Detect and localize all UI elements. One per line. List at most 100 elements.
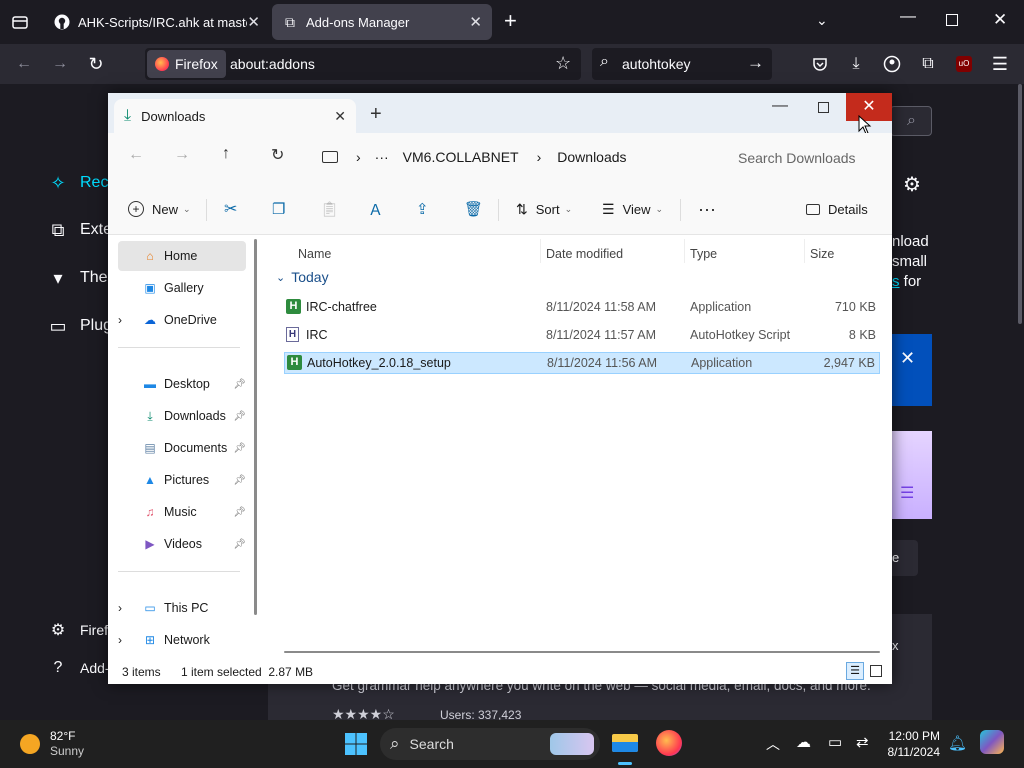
search-text[interactable]: autohtokey — [622, 56, 691, 72]
tab-github[interactable]: AHK-Scripts/IRC.ahk at master ✕ — [44, 4, 270, 40]
column-divider[interactable] — [684, 239, 685, 263]
identity-box[interactable]: Firefox — [147, 50, 226, 78]
addons-search-box[interactable]: ⌕ — [890, 106, 932, 136]
column-header-date[interactable]: Date modified — [546, 247, 623, 261]
breadcrumb[interactable]: › ··· VM6.COLLABNET › Downloads — [312, 139, 712, 175]
pin-icon[interactable]: 📌︎ — [233, 507, 246, 518]
extensions-icon[interactable]: ⧉ — [914, 50, 942, 78]
minimize-button[interactable]: — — [772, 97, 788, 115]
minimize-button[interactable]: — — [900, 8, 916, 26]
file-explorer-taskbar-icon[interactable] — [612, 732, 638, 765]
tab-addons-manager[interactable]: ⧉ Add-ons Manager ✕ — [272, 4, 492, 40]
notification-bell-icon[interactable]: 🔔︎ — [948, 734, 967, 752]
forward-icon[interactable]: → — [174, 146, 190, 164]
view-button[interactable]: ☰ View ⌄ — [602, 195, 663, 223]
addons-support-link[interactable]: ? Add- — [46, 656, 110, 680]
more-options-icon[interactable]: ··· — [698, 195, 716, 223]
new-button[interactable]: + New ⌄ — [128, 195, 191, 223]
nav-downloads[interactable]: ⤓ Downloads 📌︎ — [118, 401, 246, 431]
back-icon[interactable]: ← — [10, 50, 38, 78]
new-tab-button[interactable]: + — [504, 10, 517, 32]
nav-home[interactable]: ⌂ Home — [118, 241, 246, 271]
account-icon[interactable] — [878, 50, 906, 78]
category-themes[interactable]: ▾ Ther — [46, 266, 112, 290]
cloud-off-icon[interactable]: ☁ — [796, 733, 811, 751]
column-divider[interactable] — [540, 239, 541, 263]
taskbar-search[interactable]: ⌕ Search — [380, 728, 600, 760]
nav-this-pc[interactable]: › ▭ This PC — [118, 593, 246, 623]
up-icon[interactable]: ↑ — [222, 145, 230, 163]
sort-button[interactable]: ⇅ Sort ⌄ — [516, 195, 572, 223]
pin-icon[interactable]: 📌︎ — [233, 539, 246, 550]
close-icon[interactable]: ✕ — [900, 348, 915, 369]
nav-documents[interactable]: ▤ Documents 📌︎ — [118, 433, 246, 463]
search-input[interactable]: Search Downloads — [724, 139, 884, 175]
nav-gallery[interactable]: ▣ Gallery — [118, 273, 246, 303]
firefox-taskbar-icon[interactable] — [656, 730, 682, 756]
bookmark-star-icon[interactable]: ☆ — [555, 53, 571, 74]
pocket-icon[interactable] — [806, 50, 834, 78]
url-bar[interactable]: Firefox about:addons ☆ — [145, 48, 581, 80]
maximize-button[interactable] — [818, 102, 829, 113]
nav-network[interactable]: › ⊞ Network — [118, 625, 246, 655]
display-icon[interactable]: ▭ — [828, 733, 842, 751]
partial-x-button[interactable]: x — [892, 638, 899, 653]
column-divider[interactable] — [804, 239, 805, 263]
copy-icon[interactable]: ❐ — [272, 195, 285, 223]
tiles-view-icon[interactable] — [870, 665, 882, 677]
ublock-icon[interactable]: uO — [950, 50, 978, 78]
table-row[interactable]: H IRC-chatfree 8/11/2024 11:58 AM Applic… — [284, 296, 880, 318]
settings-gear-button[interactable]: ⚙ — [903, 172, 921, 197]
downloads-icon[interactable]: ⤓ — [842, 50, 870, 78]
chevron-up-icon[interactable]: ︿ — [766, 734, 780, 754]
pin-icon[interactable]: 📌︎ — [233, 475, 246, 486]
close-window-button[interactable]: ✕ — [993, 10, 1007, 30]
pin-icon[interactable]: 📌︎ — [233, 411, 246, 422]
nav-videos[interactable]: ▶ Videos 📌︎ — [118, 529, 246, 559]
restore-button[interactable] — [946, 14, 958, 26]
share-icon[interactable]: ⇪ — [416, 195, 429, 223]
chevron-down-icon[interactable]: ⌄ — [816, 12, 828, 29]
nav-scrollbar[interactable] — [254, 239, 257, 615]
column-header-name[interactable]: Name — [298, 247, 331, 261]
pin-icon[interactable]: 📌︎ — [233, 443, 246, 454]
scrollbar[interactable] — [1018, 84, 1022, 324]
menu-icon[interactable]: ☰ — [986, 50, 1014, 78]
chevron-right-icon[interactable]: › — [118, 313, 132, 327]
column-header-type[interactable]: Type — [690, 247, 717, 261]
back-icon[interactable]: ← — [128, 146, 144, 164]
list-all-tabs-icon[interactable] — [10, 12, 30, 32]
firefox-settings-link[interactable]: ⚙ Firefo — [46, 618, 116, 642]
details-view-icon[interactable]: ☰ — [846, 662, 864, 680]
refresh-icon[interactable]: ↻ — [271, 145, 284, 165]
breadcrumb-item[interactable]: VM6.COLLABNET — [403, 149, 519, 165]
details-button[interactable]: Details — [806, 195, 868, 223]
close-icon[interactable]: ✕ — [334, 108, 346, 125]
breadcrumb-item[interactable]: Downloads — [557, 149, 626, 165]
category-recommendations[interactable]: ✧ Reco — [46, 171, 117, 195]
table-row-selected[interactable]: H AutoHotkey_2.0.18_setup 8/11/2024 11:5… — [284, 352, 880, 374]
chevron-right-icon[interactable]: › — [118, 601, 132, 615]
network-icon[interactable]: ⇄ — [856, 733, 869, 751]
category-plugins[interactable]: ▭ Plug — [46, 314, 112, 338]
paste-icon[interactable]: 📋︎ — [320, 195, 339, 223]
more-icon[interactable]: ··· — [375, 149, 389, 165]
close-icon[interactable]: ✕ — [469, 13, 482, 31]
clock[interactable]: 12:00 PM 8/11/2024 — [882, 728, 941, 760]
pin-icon[interactable]: 📌︎ — [233, 379, 246, 390]
column-header-size[interactable]: Size — [810, 247, 834, 261]
cut-icon[interactable]: ✂ — [224, 195, 237, 223]
start-button[interactable] — [344, 732, 368, 761]
nav-pictures[interactable]: ▲ Pictures 📌︎ — [118, 465, 246, 495]
close-icon[interactable]: ✕ — [247, 13, 260, 31]
table-row[interactable]: H IRC 8/11/2024 11:57 AM AutoHotkey Scri… — [284, 324, 880, 346]
new-tab-button[interactable]: + — [370, 103, 382, 126]
weather-widget[interactable]: 82°F Sunny — [20, 728, 84, 760]
group-header-today[interactable]: ⌄ Today — [276, 269, 329, 285]
url-text[interactable]: about:addons — [230, 56, 315, 72]
search-bar[interactable]: ⌕ autohtokey → — [592, 48, 772, 80]
category-extensions[interactable]: ⧉ Exte — [46, 218, 112, 242]
nav-onedrive[interactable]: › ☁ OneDrive — [118, 305, 246, 335]
delete-icon[interactable]: 🗑︎ — [464, 195, 483, 223]
horizontal-scrollbar[interactable] — [284, 651, 880, 653]
